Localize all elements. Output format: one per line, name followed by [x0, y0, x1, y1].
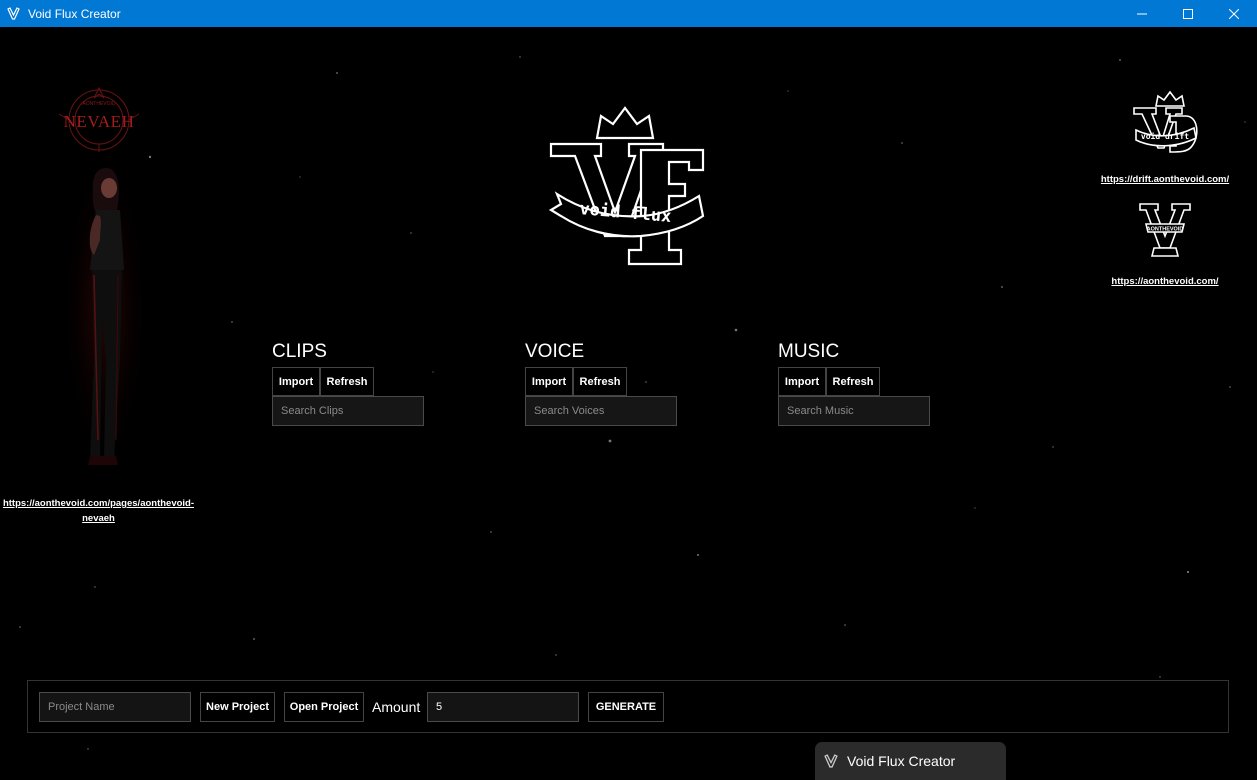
clips-title: CLIPS	[272, 341, 327, 362]
character-image	[60, 160, 150, 470]
voice-section: VOICE Import Refresh	[525, 341, 685, 426]
new-project-button[interactable]: New Project	[200, 692, 275, 722]
void-drift-link[interactable]: https://drift.aonthevoid.com/	[1090, 174, 1240, 185]
svg-text:NEVAEH: NEVAEH	[64, 112, 135, 131]
v-logo-text: AONTHEVOID	[1147, 227, 1184, 233]
music-title: MUSIC	[778, 341, 840, 362]
clips-refresh-button[interactable]: Refresh	[320, 367, 374, 396]
nevaeh-link[interactable]: https://aonthevoid.com/pages/aonthevoid-…	[0, 496, 197, 526]
void-flux-logo: void flux	[548, 106, 705, 266]
voice-search-input[interactable]	[525, 396, 677, 426]
open-project-button[interactable]: Open Project	[284, 692, 364, 722]
clips-import-button[interactable]: Import	[272, 367, 320, 396]
music-search-input[interactable]	[778, 396, 930, 426]
aonthevoid-link[interactable]: https://aonthevoid.com/	[1090, 276, 1240, 287]
generate-button[interactable]: GENERATE	[588, 692, 664, 722]
aonthevoid-logo: AONTHEVOID	[1139, 203, 1191, 257]
app-icon	[824, 754, 838, 768]
voice-title: VOICE	[525, 341, 585, 362]
maximize-icon[interactable]	[1165, 0, 1211, 27]
svg-text:AONTHEVOID: AONTHEVOID	[82, 101, 115, 107]
close-icon[interactable]	[1211, 0, 1257, 27]
amount-input[interactable]	[427, 692, 579, 722]
project-toolbar: New Project Open Project Amount GENERATE	[27, 680, 1229, 733]
nevaeh-logo: AONTHEVOID NEVAEH	[58, 86, 140, 152]
title-bar: Void Flux Creator	[0, 0, 1257, 27]
project-name-input[interactable]	[39, 692, 191, 722]
window-title: Void Flux Creator	[28, 6, 121, 21]
voice-import-button[interactable]: Import	[525, 367, 573, 396]
amount-label: Amount	[372, 699, 421, 715]
voice-refresh-button[interactable]: Refresh	[573, 367, 627, 396]
void-drift-logo: void drift	[1133, 90, 1198, 153]
app-icon	[6, 7, 20, 21]
music-import-button[interactable]: Import	[778, 367, 826, 396]
clips-section: CLIPS Import Refresh	[272, 341, 432, 426]
taskbar-preview-label: Void Flux Creator	[847, 753, 956, 769]
music-refresh-button[interactable]: Refresh	[826, 367, 880, 396]
clips-search-input[interactable]	[272, 396, 424, 426]
taskbar-preview[interactable]: Void Flux Creator	[815, 742, 1006, 780]
vd-logo-text: void drift	[1141, 131, 1189, 141]
music-section: MUSIC Import Refresh	[778, 341, 938, 426]
minimize-icon[interactable]	[1119, 0, 1165, 27]
